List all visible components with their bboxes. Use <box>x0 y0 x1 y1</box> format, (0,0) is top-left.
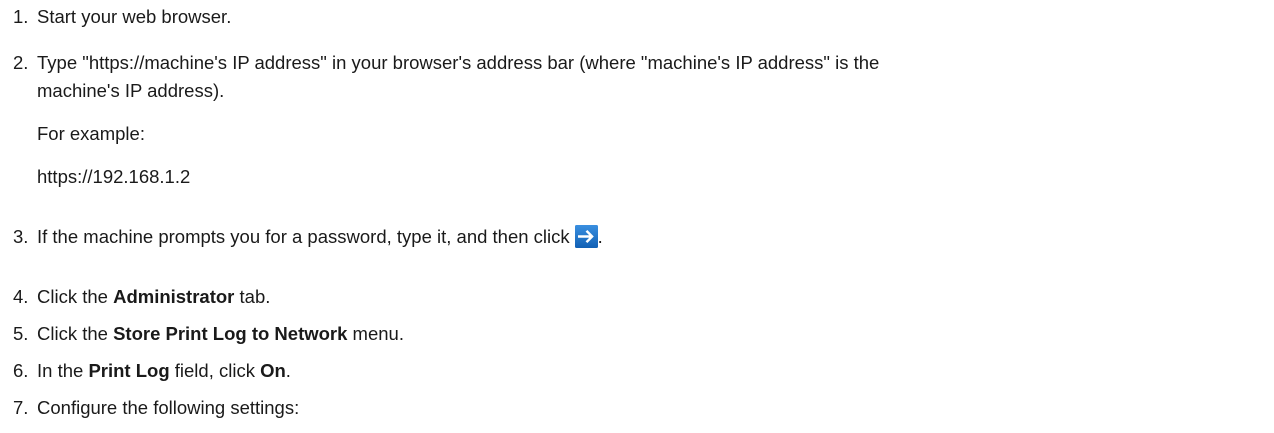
step-number: 1. <box>13 6 29 27</box>
step-3-text: If the machine prompts you for a passwor… <box>37 226 570 247</box>
step-number: 7. <box>13 397 29 418</box>
step-text-line-1: Type "https://machine's IP address" in y… <box>37 52 880 73</box>
administrator-tab-label: Administrator <box>113 286 235 307</box>
step-text: Start your web browser. <box>37 6 232 27</box>
step-number: 3. <box>13 226 29 247</box>
step-text: Click the Store Print Log to Network men… <box>37 322 404 346</box>
step-5-after: menu. <box>347 323 404 344</box>
step-text: Configure the following settings: <box>37 397 300 418</box>
step-number: 5. <box>13 323 29 344</box>
step-text: If the machine prompts you for a passwor… <box>37 225 603 249</box>
arrow-right-icon[interactable] <box>574 225 598 248</box>
step-5-before: Click the <box>37 323 114 344</box>
step-6-after: . <box>285 360 291 381</box>
step-3-period: . <box>597 226 603 247</box>
example-label: For example: <box>37 123 145 144</box>
step-number: 4. <box>13 286 29 307</box>
print-log-field-label: Print Log <box>88 360 170 381</box>
step-number: 2. <box>13 52 29 73</box>
step-text: In the Print Log field, click On. <box>37 359 291 383</box>
step-text: Click the Administrator tab. <box>37 285 270 309</box>
step-number: 6. <box>13 360 29 381</box>
step-4-before: Click the <box>37 286 114 307</box>
on-option-label: On <box>260 360 286 381</box>
step-6-before: In the <box>37 360 89 381</box>
step-4-after: tab. <box>234 286 271 307</box>
store-print-log-menu-label: Store Print Log to Network <box>113 323 348 344</box>
example-url: https://192.168.1.2 <box>37 166 191 187</box>
step-6-middle: field, click <box>169 360 261 381</box>
step-2-line-2: machine's IP address). <box>37 80 225 101</box>
